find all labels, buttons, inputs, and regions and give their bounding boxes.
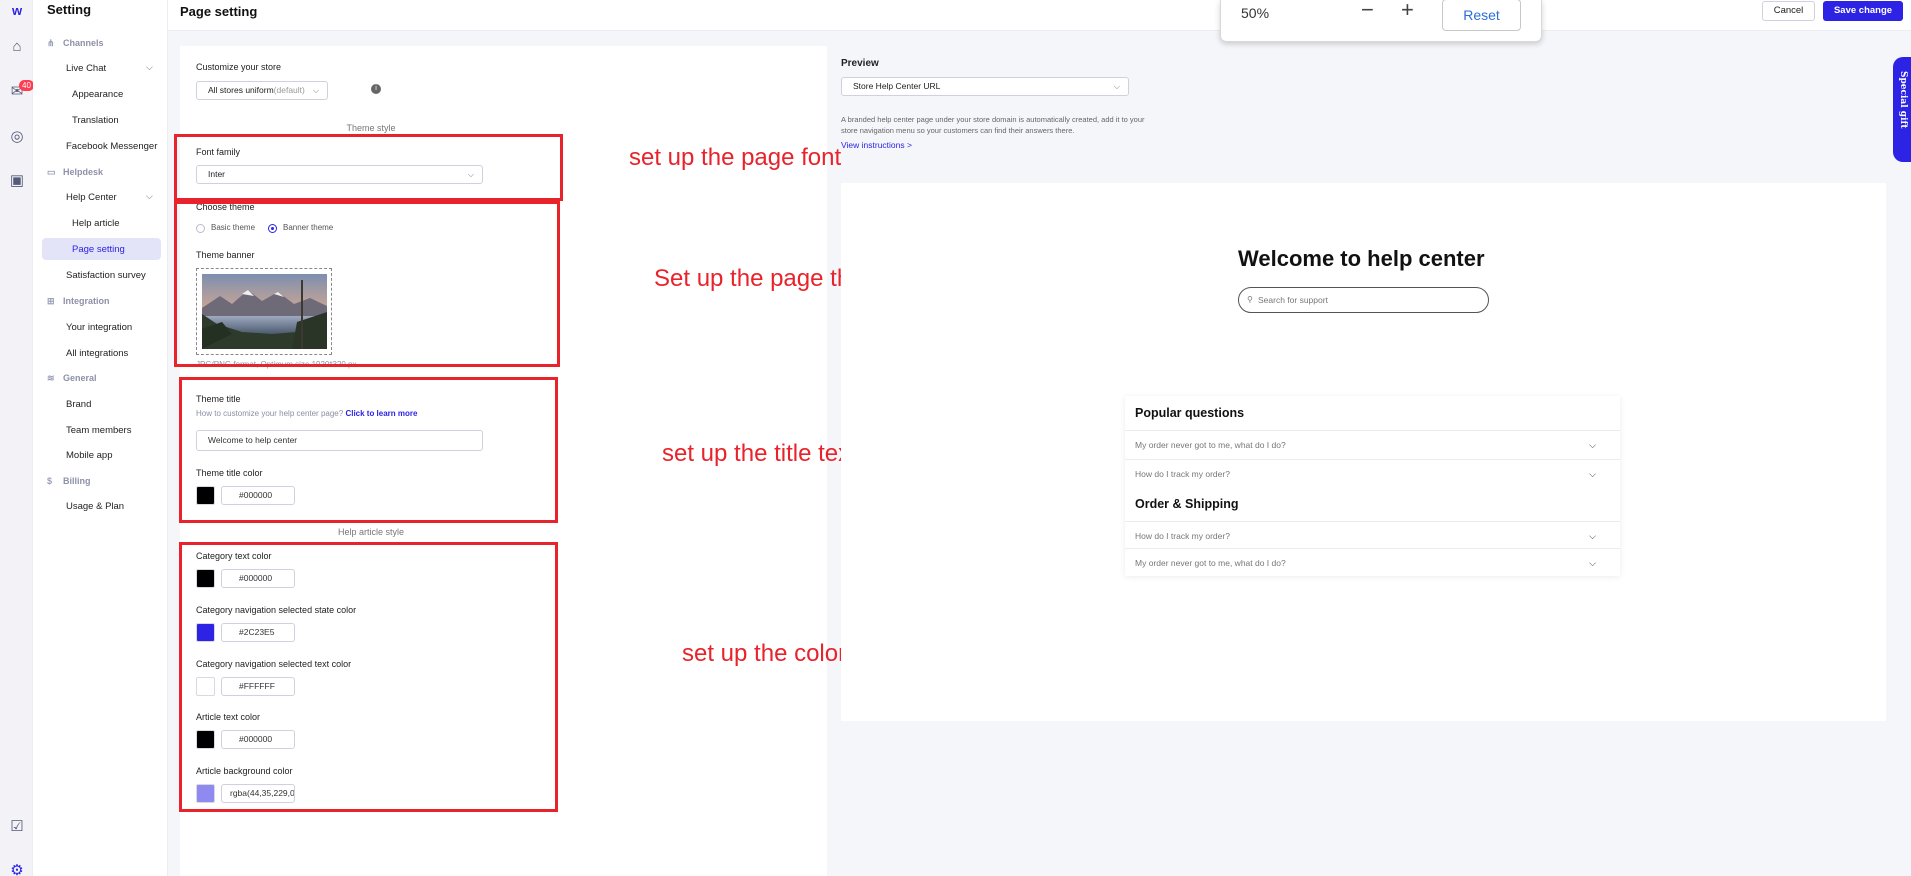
special-gift-label: Special gift — [1898, 71, 1908, 129]
store-select[interactable]: All stores uniform(default) ⌵ — [196, 81, 328, 100]
chevron-down-icon: ⌵ — [146, 62, 153, 72]
sidebar-item-help-center[interactable]: Help Center ⌵ — [66, 191, 153, 203]
chevron-down-icon: ⌵ — [312, 86, 319, 95]
preview-description: A branded help center page under your st… — [841, 115, 1145, 135]
grid-icon: ⊞ — [47, 296, 55, 306]
section-label: Channels — [63, 38, 104, 48]
sidebar-item-all-integrations[interactable]: All integrations — [66, 348, 128, 359]
sidebar-item-label: Live Chat — [66, 63, 107, 74]
share-icon: ⋔ — [47, 38, 55, 48]
order-shipping-heading: Order & Shipping — [1135, 497, 1239, 511]
store-select-suffix: (default) — [273, 85, 305, 95]
sidebar-item-live-chat[interactable]: Live Chat ⌵ — [66, 62, 153, 74]
theme-style-heading: Theme style — [346, 123, 396, 133]
inbox-badge: 40 — [19, 80, 34, 91]
store-url-select[interactable]: Store Help Center URL ⌵ — [841, 77, 1129, 96]
faq-question: My order never got to me, what do I do? — [1135, 558, 1286, 568]
page-title: Page setting — [180, 4, 258, 19]
view-instructions-link[interactable]: View instructions > — [841, 140, 912, 150]
top-bar: Page setting Cancel Save change — [168, 0, 1911, 31]
annotation-box-theme — [174, 201, 560, 367]
chat-icon: ▭ — [47, 167, 56, 177]
preview-label: Preview — [841, 58, 879, 69]
faq-item[interactable]: My order never got to me, what do I do? ⌵ — [1125, 548, 1620, 577]
zoom-popup: 50% − + Reset — [1220, 0, 1542, 42]
support-icon[interactable]: ◎ — [8, 128, 26, 146]
sidebar-item-translation[interactable]: Translation — [72, 115, 119, 126]
section-billing: $ Billing — [47, 476, 91, 486]
zoom-out-button[interactable]: − — [1361, 0, 1374, 23]
cancel-button[interactable]: Cancel — [1762, 1, 1815, 21]
faq-card: Popular questions My order never got to … — [1125, 396, 1620, 576]
annotation-font: set up the page font — [629, 144, 842, 171]
layers-icon: ≋ — [47, 373, 55, 383]
left-icon-rail: w ⌂ ✉ 40 ◎ ▣ ☑ ⚙ — [0, 0, 34, 876]
customize-store-label: Customize your store — [196, 62, 282, 72]
sidebar-item-your-integration[interactable]: Your integration — [66, 322, 132, 333]
save-change-button[interactable]: Save change — [1823, 1, 1903, 21]
section-label: General — [63, 373, 97, 383]
faq-item[interactable]: How do I track my order? ⌵ — [1125, 521, 1620, 550]
search-placeholder: Search for support — [1258, 295, 1328, 305]
sidebar-item-help-article[interactable]: Help article — [72, 218, 120, 229]
chevron-down-icon: ⌵ — [146, 191, 153, 201]
sidebar-item-team-members[interactable]: Team members — [66, 425, 131, 436]
annotation-box-font — [174, 134, 563, 201]
section-label: Integration — [63, 296, 110, 306]
faq-question: My order never got to me, what do I do? — [1135, 440, 1286, 450]
faq-item[interactable]: My order never got to me, what do I do? ⌵ — [1125, 430, 1620, 459]
sidebar-item-facebook-messenger[interactable]: Facebook Messenger — [66, 141, 157, 152]
gift-icon[interactable]: ▣ — [8, 172, 26, 190]
zoom-level: 50% — [1241, 5, 1270, 21]
tasks-icon[interactable]: ☑ — [8, 818, 26, 836]
chevron-down-icon: ⌵ — [1113, 82, 1120, 91]
zoom-in-button[interactable]: + — [1401, 0, 1414, 23]
chevron-down-icon: ⌵ — [1589, 440, 1596, 450]
sidebar-item-appearance[interactable]: Appearance — [72, 89, 123, 100]
faq-item[interactable]: How do I track my order? ⌵ — [1125, 459, 1620, 488]
dollar-icon: $ — [47, 476, 53, 486]
store-select-value: All stores uniform — [208, 85, 274, 95]
sidebar-item-label: Help Center — [66, 192, 117, 203]
chevron-down-icon: ⌵ — [1589, 469, 1596, 479]
sidebar-title: Setting — [47, 2, 92, 17]
sidebar-item-satisfaction-survey[interactable]: Satisfaction survey — [66, 270, 146, 281]
section-label: Billing — [63, 476, 91, 486]
zoom-reset-button[interactable]: Reset — [1442, 0, 1521, 31]
annotation-box-category — [179, 542, 558, 812]
sidebar-item-brand[interactable]: Brand — [66, 399, 91, 410]
faq-question: How do I track my order? — [1135, 531, 1230, 541]
help-center-preview: Welcome to help center ⚲ Search for suppo… — [841, 183, 1886, 721]
store-url-value: Store Help Center URL — [853, 81, 941, 91]
annotation-box-title — [179, 377, 558, 523]
sidebar-item-usage-plan[interactable]: Usage & Plan — [66, 501, 124, 512]
chevron-down-icon: ⌵ — [1589, 558, 1596, 568]
chevron-down-icon: ⌵ — [1589, 531, 1596, 541]
faq-question: How do I track my order? — [1135, 469, 1230, 479]
section-label: Helpdesk — [63, 167, 104, 177]
search-icon: ⚲ — [1247, 295, 1253, 304]
help-article-style-heading: Help article style — [337, 527, 405, 537]
special-gift-tab[interactable]: Special gift — [1893, 57, 1911, 162]
section-integration: ⊞ Integration — [47, 296, 110, 307]
popular-questions-heading: Popular questions — [1135, 406, 1245, 420]
logo-icon: w — [11, 3, 23, 18]
preview-search-input[interactable]: ⚲ Search for support — [1238, 287, 1489, 313]
sidebar-item-mobile-app[interactable]: Mobile app — [66, 450, 112, 461]
info-icon[interactable]: i — [371, 84, 381, 94]
settings-sidebar: Setting ⋔ Channels Live Chat ⌵ Appearance … — [33, 0, 168, 876]
settings-icon[interactable]: ⚙ — [8, 862, 26, 876]
home-icon[interactable]: ⌂ — [8, 38, 26, 56]
section-channels: ⋔ Channels — [47, 38, 104, 49]
section-helpdesk: ▭ Helpdesk — [47, 167, 103, 178]
preview-welcome-title: Welcome to help center — [1238, 246, 1485, 271]
sidebar-item-page-setting[interactable]: Page setting — [72, 244, 125, 255]
section-general: ≋ General — [47, 373, 97, 384]
